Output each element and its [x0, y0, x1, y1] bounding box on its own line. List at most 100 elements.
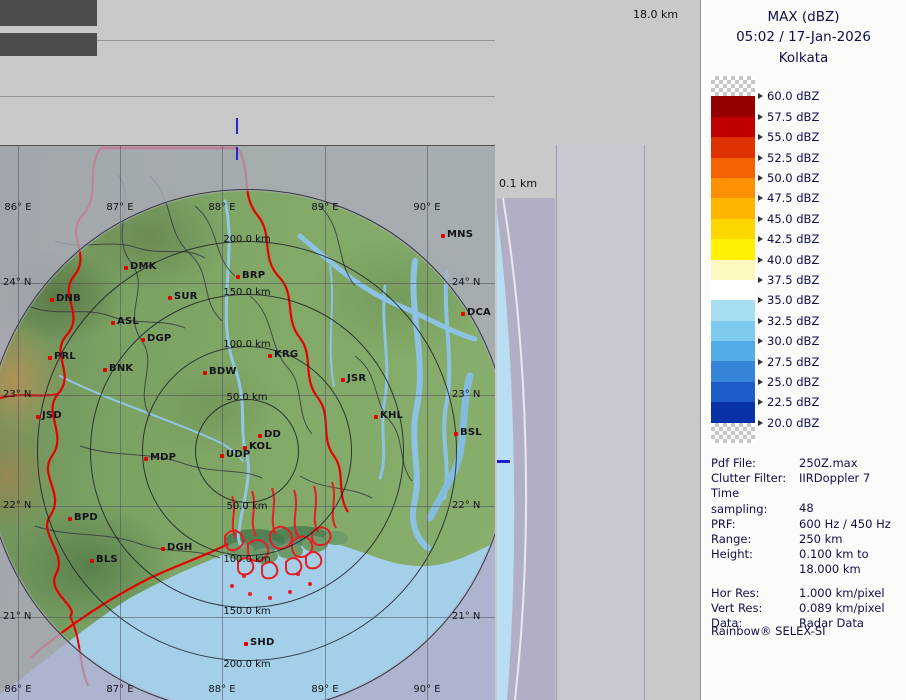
radar-position-marker — [236, 118, 238, 134]
legend-info-row: PRF:600 Hz / 450 Hz — [711, 517, 903, 532]
info-value: 250Z.max — [799, 456, 858, 470]
legend-tick-label: 37.5 dBZ — [758, 272, 819, 288]
city-dot — [236, 275, 240, 279]
tick-pointer-icon — [758, 114, 763, 120]
legend-tick-label: 25.0 dBZ — [758, 374, 819, 390]
city-dot — [36, 415, 40, 419]
city-dot — [203, 371, 207, 375]
city-label: DD — [264, 429, 281, 440]
city-dot — [68, 517, 72, 521]
tick-pointer-icon — [758, 195, 763, 201]
legend-panel: MAX (dBZ) 05:02 / 17-Jan-2026 Kolkata 60… — [700, 0, 906, 700]
city-label: BNK — [109, 363, 133, 374]
city-dot — [144, 457, 148, 461]
city-dot — [374, 415, 378, 419]
info-label: Pdf File: — [711, 456, 799, 471]
legend-tick-label: 27.5 dBZ — [758, 354, 819, 370]
city-label: BDW — [209, 366, 237, 377]
city-dot — [48, 356, 52, 360]
tick-pointer-icon — [758, 93, 763, 99]
radar-map: 86° E86° E87° E87° E88° E88° E89° E89° E… — [0, 145, 495, 700]
city-label: BRP — [242, 270, 265, 281]
legend-info-row: Clutter Filter:IIRDoppler 7 — [711, 471, 903, 486]
tick-pointer-icon — [758, 155, 763, 161]
city-label: BPD — [74, 512, 98, 523]
city-dot — [461, 312, 465, 316]
tick-pointer-icon — [758, 134, 763, 140]
legend-info-row: Height:0.100 km to — [711, 547, 903, 562]
tick-pointer-icon — [758, 297, 763, 303]
tick-pointer-icon — [758, 277, 763, 283]
city-label: DMK — [130, 261, 157, 272]
radar-position-marker — [236, 147, 238, 160]
tick-pointer-icon — [758, 257, 763, 263]
tick-pointer-icon — [758, 318, 763, 324]
legend-tick-label: 55.0 dBZ — [758, 129, 819, 145]
legend-info-row: Range:250 km — [711, 532, 903, 547]
info-label: PRF: — [711, 517, 799, 532]
city-label: BSL — [460, 427, 482, 438]
no-data-block — [0, 33, 97, 56]
city-label: KHL — [380, 410, 403, 421]
info-value: IIRDoppler 7 — [799, 471, 870, 485]
city-dot — [441, 234, 445, 238]
city-label: JSD — [42, 410, 62, 421]
city-label: DNB — [56, 293, 81, 304]
info-value: 1.000 km/pixel — [799, 586, 885, 600]
info-value: 250 km — [799, 532, 842, 546]
city-dot — [124, 266, 128, 270]
info-value: 0.089 km/pixel — [799, 601, 885, 615]
city-dot — [168, 296, 172, 300]
city-dot — [50, 298, 54, 302]
city-dot — [268, 354, 272, 358]
legend-tick-label: 30.0 dBZ — [758, 333, 819, 349]
city-label: PRL — [54, 351, 76, 362]
city-label: KOL — [249, 441, 272, 452]
tick-pointer-icon — [758, 379, 763, 385]
city-label: DGH — [167, 542, 192, 553]
city-label: SHD — [250, 637, 274, 648]
legend-tick-label: 52.5 dBZ — [758, 150, 819, 166]
city-label: DCA — [467, 307, 491, 318]
legend-tick-label: 20.0 dBZ — [758, 415, 819, 431]
info-label: Clutter Filter: — [711, 471, 799, 486]
info-label: Height: — [711, 547, 799, 562]
info-value: 0.100 km to — [799, 547, 869, 561]
info-value: 18.000 km — [799, 562, 861, 576]
city-dot — [141, 338, 145, 342]
info-label: Range: — [711, 532, 799, 547]
height-projection-top-panel — [0, 0, 495, 145]
no-data-block — [0, 0, 97, 26]
legend-info-row: 18.000 km — [711, 562, 903, 577]
legend-tick-label: 35.0 dBZ — [758, 292, 819, 308]
profile-echo-band — [497, 212, 514, 700]
tick-pointer-icon — [758, 399, 763, 405]
city-label: SUR — [174, 291, 198, 302]
legend-tick-label: 32.5 dBZ — [758, 313, 819, 329]
legend-info-row: Pdf File:250Z.max — [711, 456, 903, 471]
info-value: 600 Hz / 450 Hz — [799, 517, 891, 531]
software-brand: Rainbow® SELEX-SI — [711, 624, 826, 638]
city-label: MNS — [447, 229, 473, 240]
tick-pointer-icon — [758, 236, 763, 242]
tick-pointer-icon — [758, 359, 763, 365]
legend-tick-label: 60.0 dBZ — [758, 88, 819, 104]
city-label: UDP — [226, 449, 250, 460]
radar-height-marker — [497, 460, 510, 463]
tick-pointer-icon — [758, 175, 763, 181]
city-dot — [244, 642, 248, 646]
height-scale-panel — [556, 145, 645, 700]
tick-pointer-icon — [758, 338, 763, 344]
height-max-label: 18.0 km — [633, 8, 678, 21]
city-dot — [111, 321, 115, 325]
legend-info: Pdf File:250Z.maxClutter Filter:IIRDoppl… — [711, 456, 903, 631]
legend-tick-label: 57.5 dBZ — [758, 109, 819, 125]
city-label: MDP — [150, 452, 176, 463]
city-dot — [103, 368, 107, 372]
height-projection-side-panel — [497, 198, 555, 700]
city-label: KRG — [274, 349, 298, 360]
legend-tick-label: 22.5 dBZ — [758, 394, 819, 410]
city-label: JSR — [347, 373, 366, 384]
city-label: DGP — [147, 333, 171, 344]
info-label: Vert Res: — [711, 601, 799, 616]
